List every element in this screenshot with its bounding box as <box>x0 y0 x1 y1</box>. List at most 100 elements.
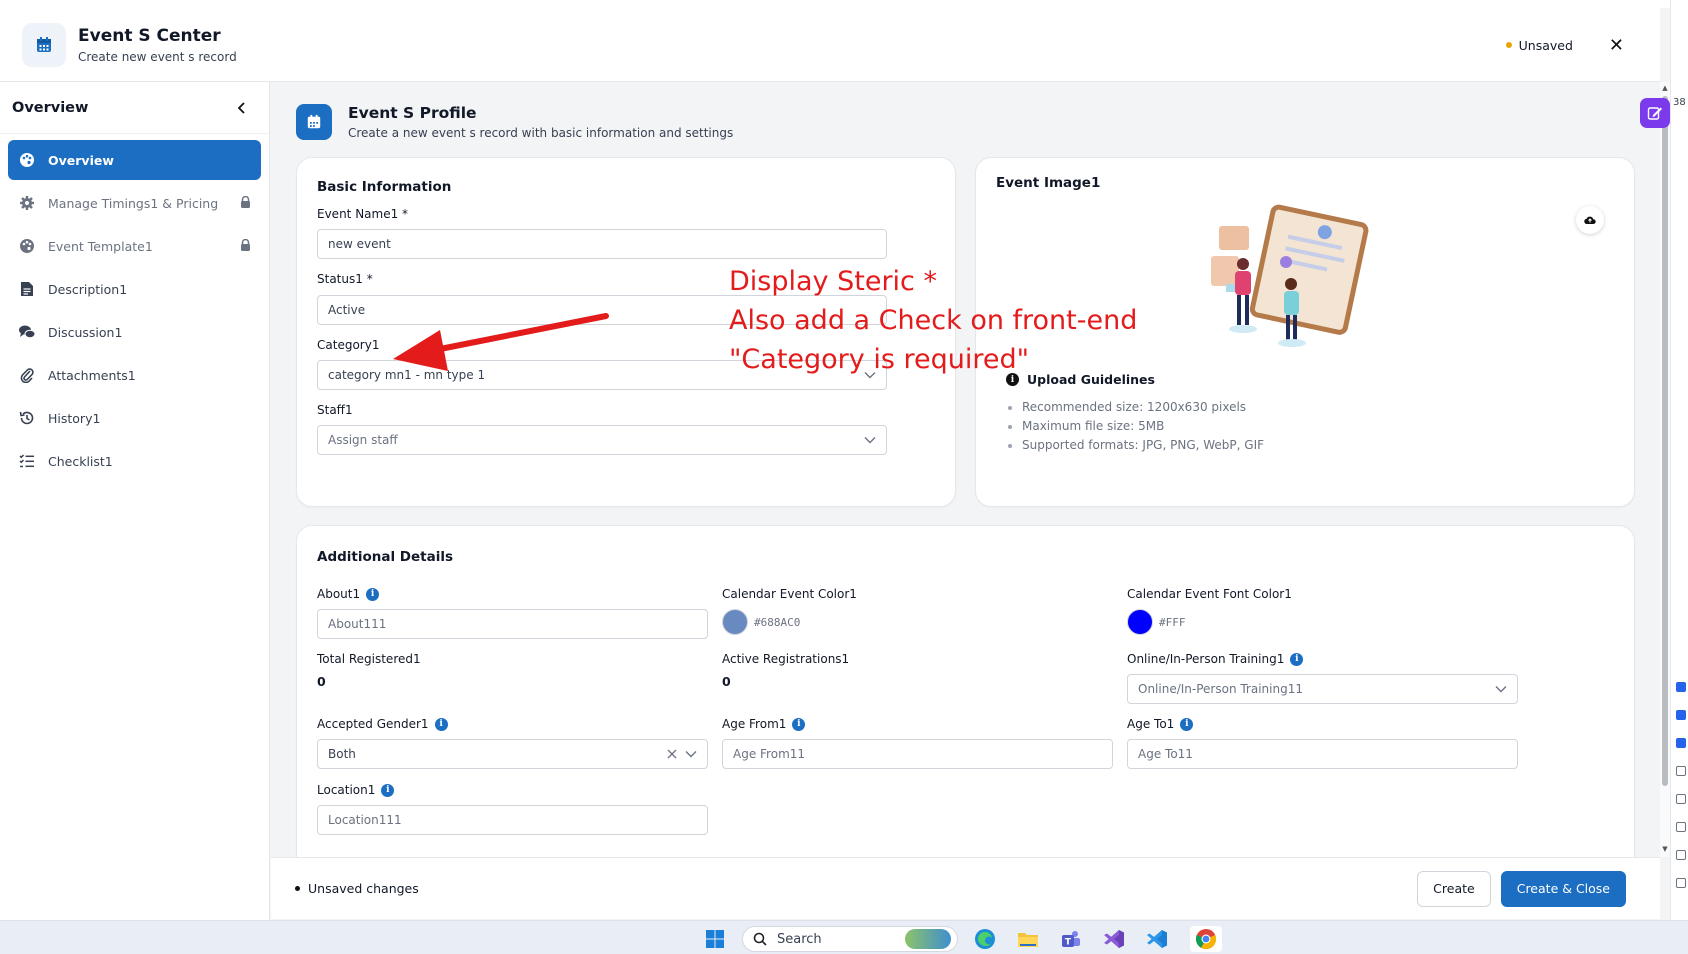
unsaved-dot-icon <box>1505 42 1512 48</box>
annotation-line: Also add a Check on front-end <box>729 305 1138 336</box>
search-highlight-image <box>905 929 951 949</box>
palette-icon <box>18 237 36 255</box>
right-side-panel: 38 <box>1670 0 1688 920</box>
taskbar-file-explorer[interactable] <box>1015 926 1041 952</box>
clear-icon[interactable] <box>667 749 677 759</box>
close-button[interactable]: ✕ <box>1609 35 1624 56</box>
side-checkbox[interactable] <box>1676 682 1686 692</box>
profile-title: Event S Profile <box>348 104 477 122</box>
info-icon[interactable]: i <box>1180 717 1194 731</box>
accepted-gender-select[interactable]: Both <box>317 739 708 769</box>
scroll-down-arrow-icon[interactable]: ▼ <box>1661 845 1669 853</box>
unsaved-label: Unsaved <box>1518 37 1573 53</box>
event-name-label: Event Name1 * <box>317 207 409 221</box>
calendar-icon <box>296 104 332 140</box>
history-icon <box>18 409 36 427</box>
age-to-label-text: Age To1 <box>1127 717 1175 731</box>
age-to-input[interactable]: Age To11 <box>1127 739 1518 769</box>
age-from-input[interactable]: Age From11 <box>722 739 1113 769</box>
staff-label: Staff1 <box>317 403 353 417</box>
main-scrollbar[interactable]: ▲ ▼ <box>1660 82 1670 857</box>
sidebar-item-label: Checklist1 <box>48 453 113 469</box>
create-button[interactable]: Create <box>1417 870 1491 907</box>
location-input[interactable]: Location111 <box>317 805 708 835</box>
color-hex-value: #FFF <box>1159 615 1186 629</box>
sidebar-item-label: Manage Timings1 & Pricing <box>48 195 219 211</box>
event-name-input[interactable]: new event <box>317 229 887 259</box>
sidebar-item-history[interactable]: History1 <box>8 398 261 438</box>
staff-select[interactable]: Assign staff <box>317 425 887 455</box>
active-registrations-label: Active Registrations1 <box>722 652 850 666</box>
sidebar-item-label: Discussion1 <box>48 324 123 340</box>
annotation-line: Display Steric * <box>729 266 937 297</box>
calendar-event-color-picker[interactable]: #688AC0 <box>722 609 800 635</box>
side-checkbox[interactable] <box>1676 738 1686 748</box>
list-item: Maximum file size: 5MB <box>1006 419 1264 433</box>
taskbar-chrome[interactable] <box>1190 926 1222 952</box>
sidebar-item-overview[interactable]: Overview <box>8 140 261 180</box>
edge-browser-icon <box>975 929 995 949</box>
side-checkbox[interactable] <box>1676 710 1686 720</box>
header-subtitle: Create new event s record <box>78 49 237 64</box>
annotation-line: "Category is required" <box>729 344 1030 375</box>
training-placeholder: Online/In-Person Training11 <box>1138 682 1303 696</box>
chat-icon <box>18 323 36 341</box>
scroll-thumb[interactable] <box>1662 96 1668 786</box>
age-from-label: Age From1 i <box>722 717 806 731</box>
additional-details-title: Additional Details <box>317 549 454 565</box>
accepted-gender-label-text: Accepted Gender1 <box>317 717 429 731</box>
side-panel-number: 38 <box>1673 97 1686 108</box>
paperclip-icon <box>18 366 36 384</box>
upload-image-button[interactable] <box>1576 206 1604 234</box>
color-swatch[interactable] <box>1127 609 1153 635</box>
side-checkbox[interactable] <box>1676 794 1686 804</box>
side-checkbox[interactable] <box>1676 878 1686 888</box>
event-image-illustration <box>1211 204 1369 347</box>
side-checkbox[interactable] <box>1676 850 1686 860</box>
training-label: Online/In-Person Training1 i <box>1127 652 1304 666</box>
sidebar-item-description[interactable]: Description1 <box>8 269 261 309</box>
taskbar-search[interactable]: Search <box>742 926 958 952</box>
taskbar-visual-studio[interactable] <box>1101 926 1127 952</box>
sidebar-item-discussion[interactable]: Discussion1 <box>8 312 261 352</box>
calendar-font-color-picker[interactable]: #FFF <box>1127 609 1186 635</box>
document-icon <box>18 280 36 298</box>
info-icon[interactable]: i <box>434 717 448 731</box>
unsaved-indicator: Unsaved <box>1505 37 1573 53</box>
training-select[interactable]: Online/In-Person Training11 <box>1127 674 1518 704</box>
teams-icon: T <box>1062 931 1080 948</box>
sidebar-item-checklist[interactable]: Checklist1 <box>8 441 261 481</box>
info-icon[interactable]: i <box>1290 652 1304 666</box>
edit-fab-button[interactable] <box>1640 98 1670 128</box>
about-input[interactable]: About111 <box>317 609 708 639</box>
lock-icon <box>240 195 251 211</box>
sidebar-item-label: Overview <box>48 152 114 168</box>
folder-icon <box>1018 933 1038 947</box>
create-close-button[interactable]: Create & Close <box>1500 870 1626 907</box>
sidebar-item-event-template[interactable]: Event Template1 <box>8 226 261 266</box>
info-icon[interactable]: i <box>792 717 806 731</box>
scroll-up-arrow-icon[interactable]: ▲ <box>1661 84 1669 92</box>
taskbar-teams[interactable]: T <box>1058 926 1084 952</box>
start-button[interactable] <box>702 926 728 952</box>
total-registered-label: Total Registered1 <box>317 652 421 666</box>
windows-logo-icon <box>706 930 724 948</box>
window-top-strip <box>0 0 1688 8</box>
collapse-sidebar-button[interactable] <box>233 99 251 117</box>
taskbar-vscode[interactable] <box>1144 926 1170 952</box>
chevron-down-icon <box>685 751 697 758</box>
location-label-text: Location1 <box>317 783 376 797</box>
svg-text:T: T <box>1065 938 1072 948</box>
sidebar-item-manage-timings[interactable]: Manage Timings1 & Pricing <box>8 183 261 223</box>
unsaved-changes-status: Unsaved changes <box>295 881 419 896</box>
side-checkbox[interactable] <box>1676 766 1686 776</box>
sidebar-item-attachments[interactable]: Attachments1 <box>8 355 261 395</box>
chevron-down-icon <box>864 437 876 444</box>
taskbar-edge[interactable] <box>972 926 998 952</box>
app-header: Event S Center Create new event s record… <box>0 8 1660 82</box>
info-icon[interactable]: i <box>366 587 380 601</box>
color-swatch[interactable] <box>722 609 748 635</box>
palette-icon <box>18 151 36 169</box>
info-icon[interactable]: i <box>381 783 395 797</box>
side-checkbox[interactable] <box>1676 822 1686 832</box>
